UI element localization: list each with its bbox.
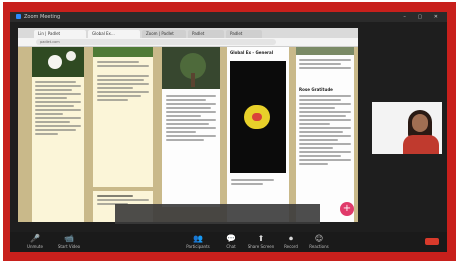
record-label: Record [284,244,298,249]
window-title: Zoom Meeting [24,14,61,20]
padlet-card[interactable] [93,47,153,187]
record-icon: ⏺ [289,234,293,243]
unmute-button[interactable]: 🎤 Unmute [20,234,50,249]
padlet-card[interactable] [32,47,84,222]
padlet-card[interactable] [162,47,220,207]
start-video-label: Start Video [57,244,81,249]
browser-tab[interactable]: Global Ex... [88,30,140,38]
chat-button[interactable]: 💬 Chat [216,234,246,249]
add-post-button[interactable]: + [340,202,354,216]
video-camera-icon: 📹 [64,234,74,243]
browser-tab[interactable]: Lin | Padlet [34,30,86,38]
reactions-label: Reactions [309,244,329,249]
share-screen-icon: ⬆ [257,234,265,243]
browser-tab[interactable]: Padlet [188,30,224,38]
start-video-button[interactable]: 📹 Start Video [54,234,84,249]
screen-share-overlay [115,204,320,224]
zoom-icon [16,14,21,19]
window-title-bar: Zoom Meeting – ▢ ✕ [10,12,447,22]
card-title: Global Ex - General [230,50,274,55]
jasmine-photo [32,47,84,77]
record-button[interactable]: ⏺ Record [276,234,306,249]
shared-screen: Lin | Padlet Global Ex... Zoom | Padlet … [18,28,358,222]
participant-video[interactable] [372,102,442,154]
tree-photo [162,47,220,89]
browser-tab[interactable]: Padlet [226,30,262,38]
window-controls[interactable]: – ▢ ✕ [403,12,443,22]
participants-label: Participants [186,244,210,249]
reactions-icon: ☺ [314,234,324,243]
participant-body [403,135,439,154]
url-field[interactable]: padlet.com [36,39,276,45]
padlet-card[interactable]: Rose Gratitude [296,47,354,222]
header-photo [296,47,354,55]
padlet-card[interactable]: Global Ex - General [227,47,289,222]
participants-icon: 👥 [193,234,203,243]
address-bar: padlet.com [18,38,358,47]
participant-face [412,114,428,132]
card-title: Rose Gratitude [299,87,333,92]
chat-icon: 💬 [226,234,236,243]
end-meeting-button[interactable] [425,238,439,245]
padlet-board: Global Ex - General Rose Gratitude [18,47,358,222]
share-screen-button[interactable]: ⬆ Share Screen [244,234,278,249]
microphone-icon: 🎤 [30,234,40,243]
leaves-photo [93,47,153,57]
share-screen-label: Share Screen [247,244,275,249]
meeting-toolbar: 🎤 Unmute 📹 Start Video 👥 Participants 💬 Chat… [10,232,447,252]
reactions-button[interactable]: ☺ Reactions [304,234,334,249]
browser-tab-bar: Lin | Padlet Global Ex... Zoom | Padlet … [18,28,358,38]
participants-button[interactable]: 👥 Participants [180,234,216,249]
chat-label: Chat [226,244,236,249]
browser-tab[interactable]: Zoom | Padlet [142,30,186,38]
unmute-label: Unmute [27,244,43,249]
yellow-flower-photo [230,61,286,173]
